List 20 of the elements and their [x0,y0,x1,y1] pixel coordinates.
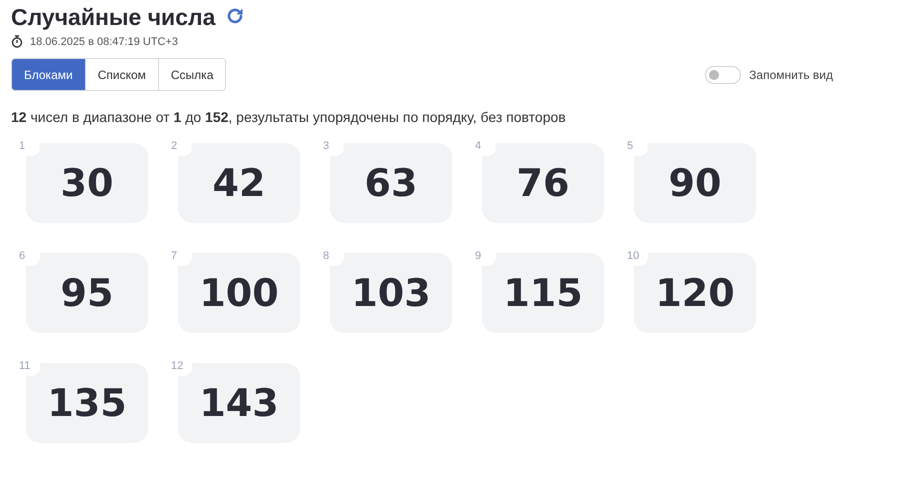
number-card: 63 [330,143,452,223]
view-tab[interactable]: Ссылка [158,59,226,90]
index-number: 3 [320,138,344,156]
number-card: 30 [26,143,148,223]
number-card: 115 [482,253,604,333]
number-card: 42 [178,143,300,223]
number-card: 76 [482,143,604,223]
number-card: 90 [634,143,756,223]
stopwatch-icon [11,35,23,48]
number-card: 103 [330,253,452,333]
view-tab[interactable]: Блоками [12,59,85,90]
refresh-icon[interactable] [225,6,246,26]
summary-text: 12 чисел в диапазоне от 1 до 152, результаты упорядочены по порядку, без повторов [11,109,567,125]
number-card: 95 [26,253,148,333]
number-card: 100 [178,253,300,333]
toggle-switch[interactable] [705,66,742,84]
timestamp: 18.06.2025 в 08:47:19 UTC+3 [30,36,178,48]
page-title: Случайные числа [11,4,216,31]
toggle-label: Запомнить вид [749,68,833,82]
index-number: 4 [472,138,496,156]
